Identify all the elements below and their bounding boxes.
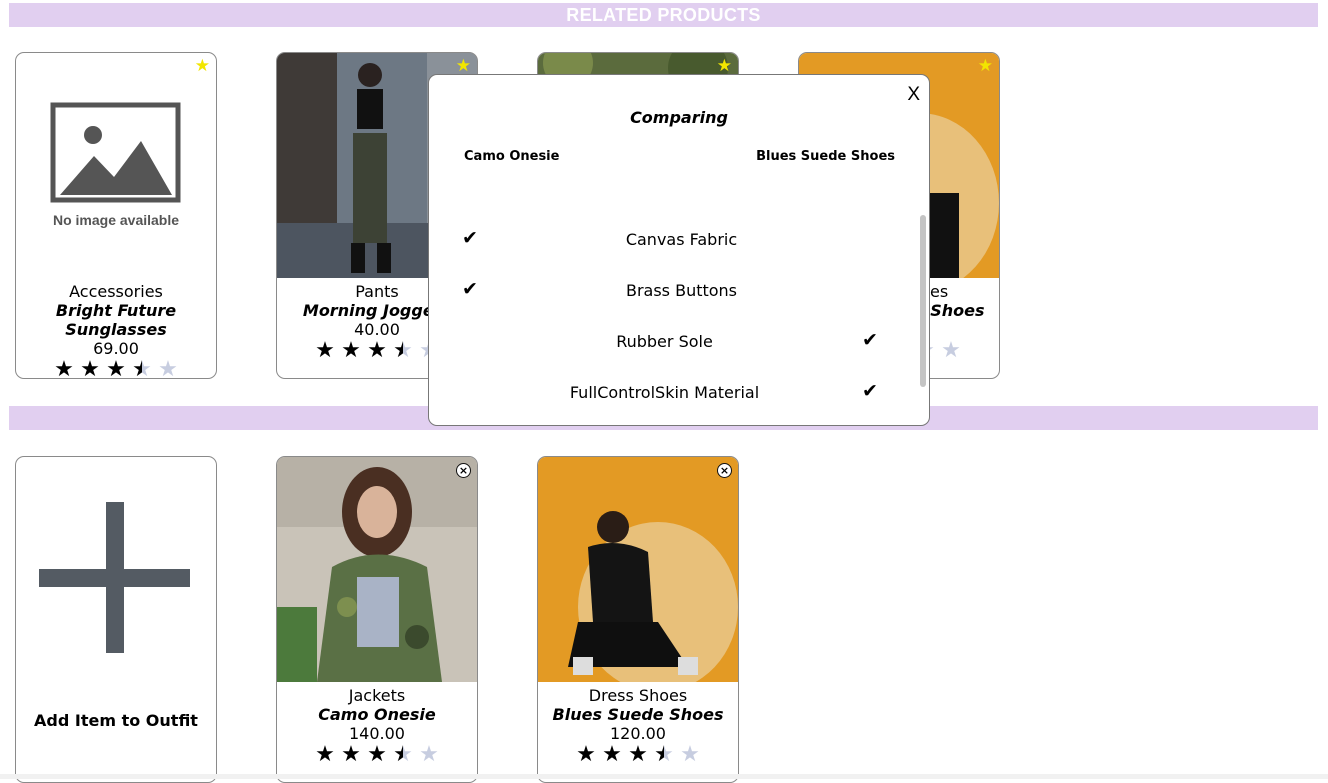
star-icon: ★ <box>341 742 361 767</box>
half-star-icon: ★ <box>390 744 416 766</box>
no-image-text: No image available <box>52 212 180 228</box>
feature-name: Rubber Sole <box>616 332 713 351</box>
checkmark-icon: ✔ <box>862 380 878 402</box>
favorite-star-icon[interactable]: ★ <box>717 58 732 75</box>
product-price: 120.00 <box>610 724 666 743</box>
half-star-icon: ★ <box>651 744 677 766</box>
comparison-row: FullControlSkin Material ✔ <box>429 380 914 406</box>
woman-in-camo-jacket-photo <box>277 457 477 682</box>
feature-name: Brass Buttons <box>625 281 738 300</box>
product-price: 140.00 <box>349 724 405 743</box>
star-icon: ★ <box>367 742 387 767</box>
star-rating: ★★★★★ <box>16 359 216 379</box>
close-modal-button[interactable]: X <box>907 84 920 106</box>
comparison-row: ✔ Canvas Fabric <box>429 227 914 253</box>
star-icon: ★ <box>315 742 335 767</box>
half-star-icon: ★ <box>390 340 416 362</box>
star-icon: ★ <box>602 742 622 767</box>
plus-icon <box>39 502 190 653</box>
empty-star-icon: ★ <box>158 357 178 379</box>
no-image-placeholder-icon <box>50 102 181 203</box>
right-product-name: Blues Suede Shoes <box>756 149 895 164</box>
checkmark-icon: ✔ <box>862 329 878 351</box>
product-price: 69.00 <box>93 339 139 358</box>
outfit-product-card[interactable]: × Jackets Camo Onesie 140.00 ★ ★ ★ ★ ★ <box>276 456 478 783</box>
add-to-outfit-card[interactable]: Add Item to Outfit <box>15 456 217 783</box>
scrollbar-thumb[interactable] <box>920 215 926 387</box>
related-product-card[interactable]: No image available ★ Accessories Bright … <box>15 52 217 379</box>
star-icon: ★ <box>106 357 126 379</box>
star-rating: ★★★★★ <box>538 744 738 766</box>
comparison-modal: X Comparing Camo Onesie Blues Suede Shoe… <box>428 74 930 426</box>
half-star-icon: ★ <box>129 359 155 379</box>
product-category: Accessories <box>69 282 163 301</box>
page-bottom-edge <box>0 774 1328 779</box>
star-icon: ★ <box>628 742 648 767</box>
related-products-heading: RELATED PRODUCTS <box>9 3 1318 27</box>
star-rating: ★★★★★ <box>277 744 477 766</box>
feature-name: FullControlSkin Material <box>569 383 760 402</box>
favorite-star-icon[interactable]: ★ <box>195 58 210 75</box>
product-category: Dress Shoes <box>588 686 688 705</box>
man-on-beanbag-photo <box>538 457 738 682</box>
star-icon: ★ <box>576 742 596 767</box>
empty-star-icon: ★ <box>941 338 961 363</box>
star-icon: ★ <box>341 338 361 363</box>
add-item-label: Add Item to Outfit <box>34 711 198 730</box>
product-name: Blues Suede Shoes <box>552 705 724 724</box>
product-category: Jackets <box>348 686 406 705</box>
empty-star-icon: ★ <box>680 742 700 767</box>
outfit-product-card[interactable]: × Dress Shoes Blues Suede Shoes 120.00 ★… <box>537 456 739 783</box>
left-product-name: Camo Onesie <box>464 149 560 164</box>
favorite-star-icon[interactable]: ★ <box>978 58 993 75</box>
product-name: Bright Future Sunglasses <box>55 301 177 339</box>
star-icon: ★ <box>80 357 100 379</box>
remove-outfit-item-icon[interactable]: × <box>717 463 732 478</box>
empty-star-icon: ★ <box>419 742 439 767</box>
star-icon: ★ <box>315 338 335 363</box>
comparison-row: Rubber Sole ✔ <box>429 329 914 355</box>
star-icon: ★ <box>54 357 74 379</box>
feature-name: Canvas Fabric <box>625 230 738 249</box>
star-icon: ★ <box>367 338 387 363</box>
favorite-star-icon[interactable]: ★ <box>456 58 471 75</box>
comparison-row: ✔ Brass Buttons <box>429 278 914 304</box>
remove-outfit-item-icon[interactable]: × <box>456 463 471 478</box>
product-name: Camo Onesie <box>318 705 436 724</box>
comparison-title: Comparing <box>630 108 728 127</box>
